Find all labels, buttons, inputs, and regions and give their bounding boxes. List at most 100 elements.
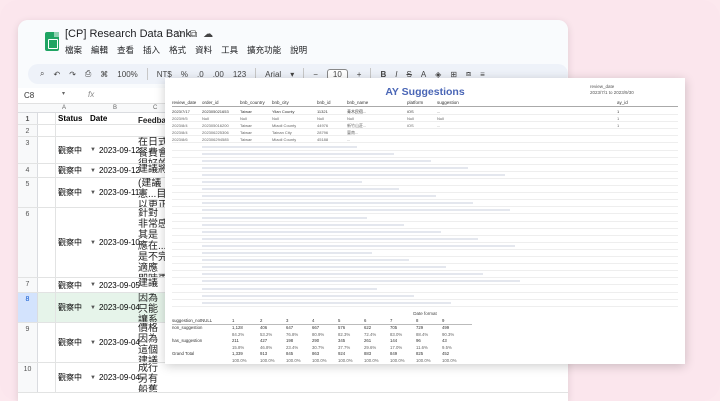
feedback-cell[interactable]: 成行 另有 船舊 [138, 363, 178, 392]
checkbox-column [38, 164, 56, 177]
report-row [172, 229, 678, 236]
report-row [172, 193, 678, 201]
status-cell[interactable]: 觀察中 [58, 293, 82, 322]
date-cell[interactable]: ▼ 2023-09-11 [90, 178, 139, 207]
report-cell-date: 2023/8/4 [172, 123, 188, 129]
date-cell[interactable]: ▼ 2023-09-04 [90, 363, 140, 392]
report-cell-platform: iOS [407, 109, 414, 114]
summary-col-header: 2 [260, 318, 263, 323]
summary-cell: 825 [416, 351, 424, 356]
menu-help[interactable]: 說明 [290, 44, 307, 56]
menu-view[interactable]: 查看 [117, 44, 134, 56]
summary-cell: 11.6% [416, 344, 428, 350]
report-row-placeholder [202, 294, 414, 297]
row-number[interactable]: 8 [18, 293, 38, 322]
status-cell[interactable]: Status [58, 113, 82, 124]
header-bnb-id: bnb_id [317, 100, 331, 105]
dropdown-caret-icon[interactable]: ▼ [90, 375, 96, 381]
row-number[interactable]: 4 [18, 164, 38, 177]
row-number[interactable]: 9 [18, 323, 38, 362]
menu-insert[interactable]: 插入 [143, 44, 160, 56]
date-value: 2023-09-04 [98, 373, 140, 382]
report-row: 2023/7/17 202305021653 Taiwan Yilan County 1… [172, 108, 678, 116]
summary-cell: 705 [390, 325, 398, 330]
status-cell[interactable]: 觀察中 [58, 137, 82, 163]
checkbox-column [38, 323, 56, 362]
report-row-placeholder [202, 166, 468, 169]
name-box[interactable]: C8 [24, 91, 64, 100]
summary-cell: 82.3% [338, 331, 351, 337]
move-to-folder-icon[interactable]: ⧉ [190, 29, 203, 40]
summary-cell: 84.2% [232, 331, 245, 337]
status-cell[interactable]: 觀察中 [58, 208, 82, 277]
report-cell-order: 202305021653 [202, 109, 229, 114]
table-row[interactable]: 10 觀察中 ▼ 2023-09-04 成行 另有 船舊 [18, 363, 568, 393]
report-row-placeholder [202, 244, 515, 247]
row-number[interactable]: 10 [18, 363, 38, 392]
summary-col-header: suggestion_notNULL [172, 318, 213, 323]
search-icon[interactable]: ⌕ [40, 69, 44, 79]
summary-col-header: 6 [364, 318, 367, 323]
report-cell-bnb: 28796 [317, 130, 329, 136]
row-number[interactable]: 2 [18, 125, 38, 136]
date-cell[interactable]: ▼ 2023-09-04 [90, 323, 140, 362]
status-cell[interactable]: 觀察中 [58, 164, 82, 177]
summary-cell: 883 [364, 351, 372, 356]
summary-cell: 46.8% [260, 344, 273, 350]
summary-cell: 198 [286, 338, 294, 343]
status-cell[interactable]: 觀察中 [58, 278, 82, 292]
document-title[interactable]: [CP] Research Data Bank [65, 28, 191, 40]
zoom-select[interactable]: 100% [117, 70, 137, 79]
menu-format[interactable]: 格式 [169, 44, 186, 56]
status-cell[interactable]: 觀察中 [58, 323, 82, 362]
report-cell-bnb: 44976 [317, 123, 329, 129]
date-cell[interactable]: ▼ 2023-09-10 [90, 208, 140, 277]
status-cell[interactable]: 觀察中 [58, 363, 82, 392]
print-icon[interactable]: ⎙ [85, 69, 91, 79]
cloud-status-icon[interactable]: ☁ [203, 29, 219, 40]
paint-format-icon[interactable]: ⌘ [100, 70, 108, 79]
menu-data[interactable]: 資料 [195, 44, 212, 56]
report-row [172, 186, 678, 194]
row-number[interactable]: 7 [18, 278, 38, 292]
menu-tools[interactable]: 工具 [221, 44, 238, 56]
date-cell[interactable]: Date [90, 113, 107, 124]
row-number[interactable]: 1 [18, 113, 38, 124]
menu-extensions[interactable]: 擴充功能 [247, 44, 281, 56]
dropdown-caret-icon[interactable]: ▼ [90, 147, 96, 153]
column-header-b[interactable]: B [113, 105, 117, 111]
row-number[interactable]: 6 [18, 208, 38, 277]
undo-icon[interactable]: ↶ [53, 70, 60, 79]
dropdown-caret-icon[interactable]: ▼ [90, 340, 96, 346]
summary-cell: 406 [260, 325, 268, 330]
dropdown-caret-icon[interactable]: ▼ [90, 305, 96, 311]
column-header-a[interactable]: A [62, 105, 66, 111]
name-box-dropdown-icon[interactable]: ▾ [62, 90, 65, 97]
dropdown-caret-icon[interactable]: ▼ [90, 282, 96, 288]
date-cell[interactable]: ▼ 2023-09-12 [90, 137, 140, 163]
sheets-logo-icon[interactable] [45, 32, 59, 51]
summary-cell: 849 [390, 351, 398, 356]
column-header-c[interactable]: C [153, 105, 157, 111]
dropdown-caret-icon[interactable]: ▼ [90, 168, 96, 174]
row-number[interactable]: 5 [18, 178, 38, 207]
status-cell[interactable]: 觀察中 [58, 178, 82, 207]
report-row-placeholder [202, 287, 377, 290]
date-cell[interactable]: ▼ 2023-09-12 [90, 164, 140, 177]
report-row [172, 257, 678, 265]
date-cell[interactable]: ▼ 2023-09-05 [90, 278, 140, 292]
review-date-filter[interactable]: review_date 2023/7/1 to 2023/9/30 [590, 84, 634, 96]
row-number[interactable]: 3 [18, 137, 38, 163]
summary-cell: 88.4% [416, 331, 429, 337]
menu-edit[interactable]: 編輯 [91, 44, 108, 56]
summary-title: Date format [413, 311, 437, 316]
star-icon[interactable]: ☆ [175, 29, 190, 40]
date-cell[interactable]: ▼ 2023-09-04 [90, 293, 140, 322]
redo-icon[interactable]: ↷ [69, 70, 76, 79]
dropdown-caret-icon[interactable]: ▼ [90, 190, 96, 196]
summary-cell: 290 [312, 338, 320, 343]
report-cell-country: Taiwan [240, 130, 253, 136]
report-row [172, 179, 678, 187]
dropdown-caret-icon[interactable]: ▼ [90, 240, 96, 246]
menu-file[interactable]: 檔案 [65, 44, 82, 56]
